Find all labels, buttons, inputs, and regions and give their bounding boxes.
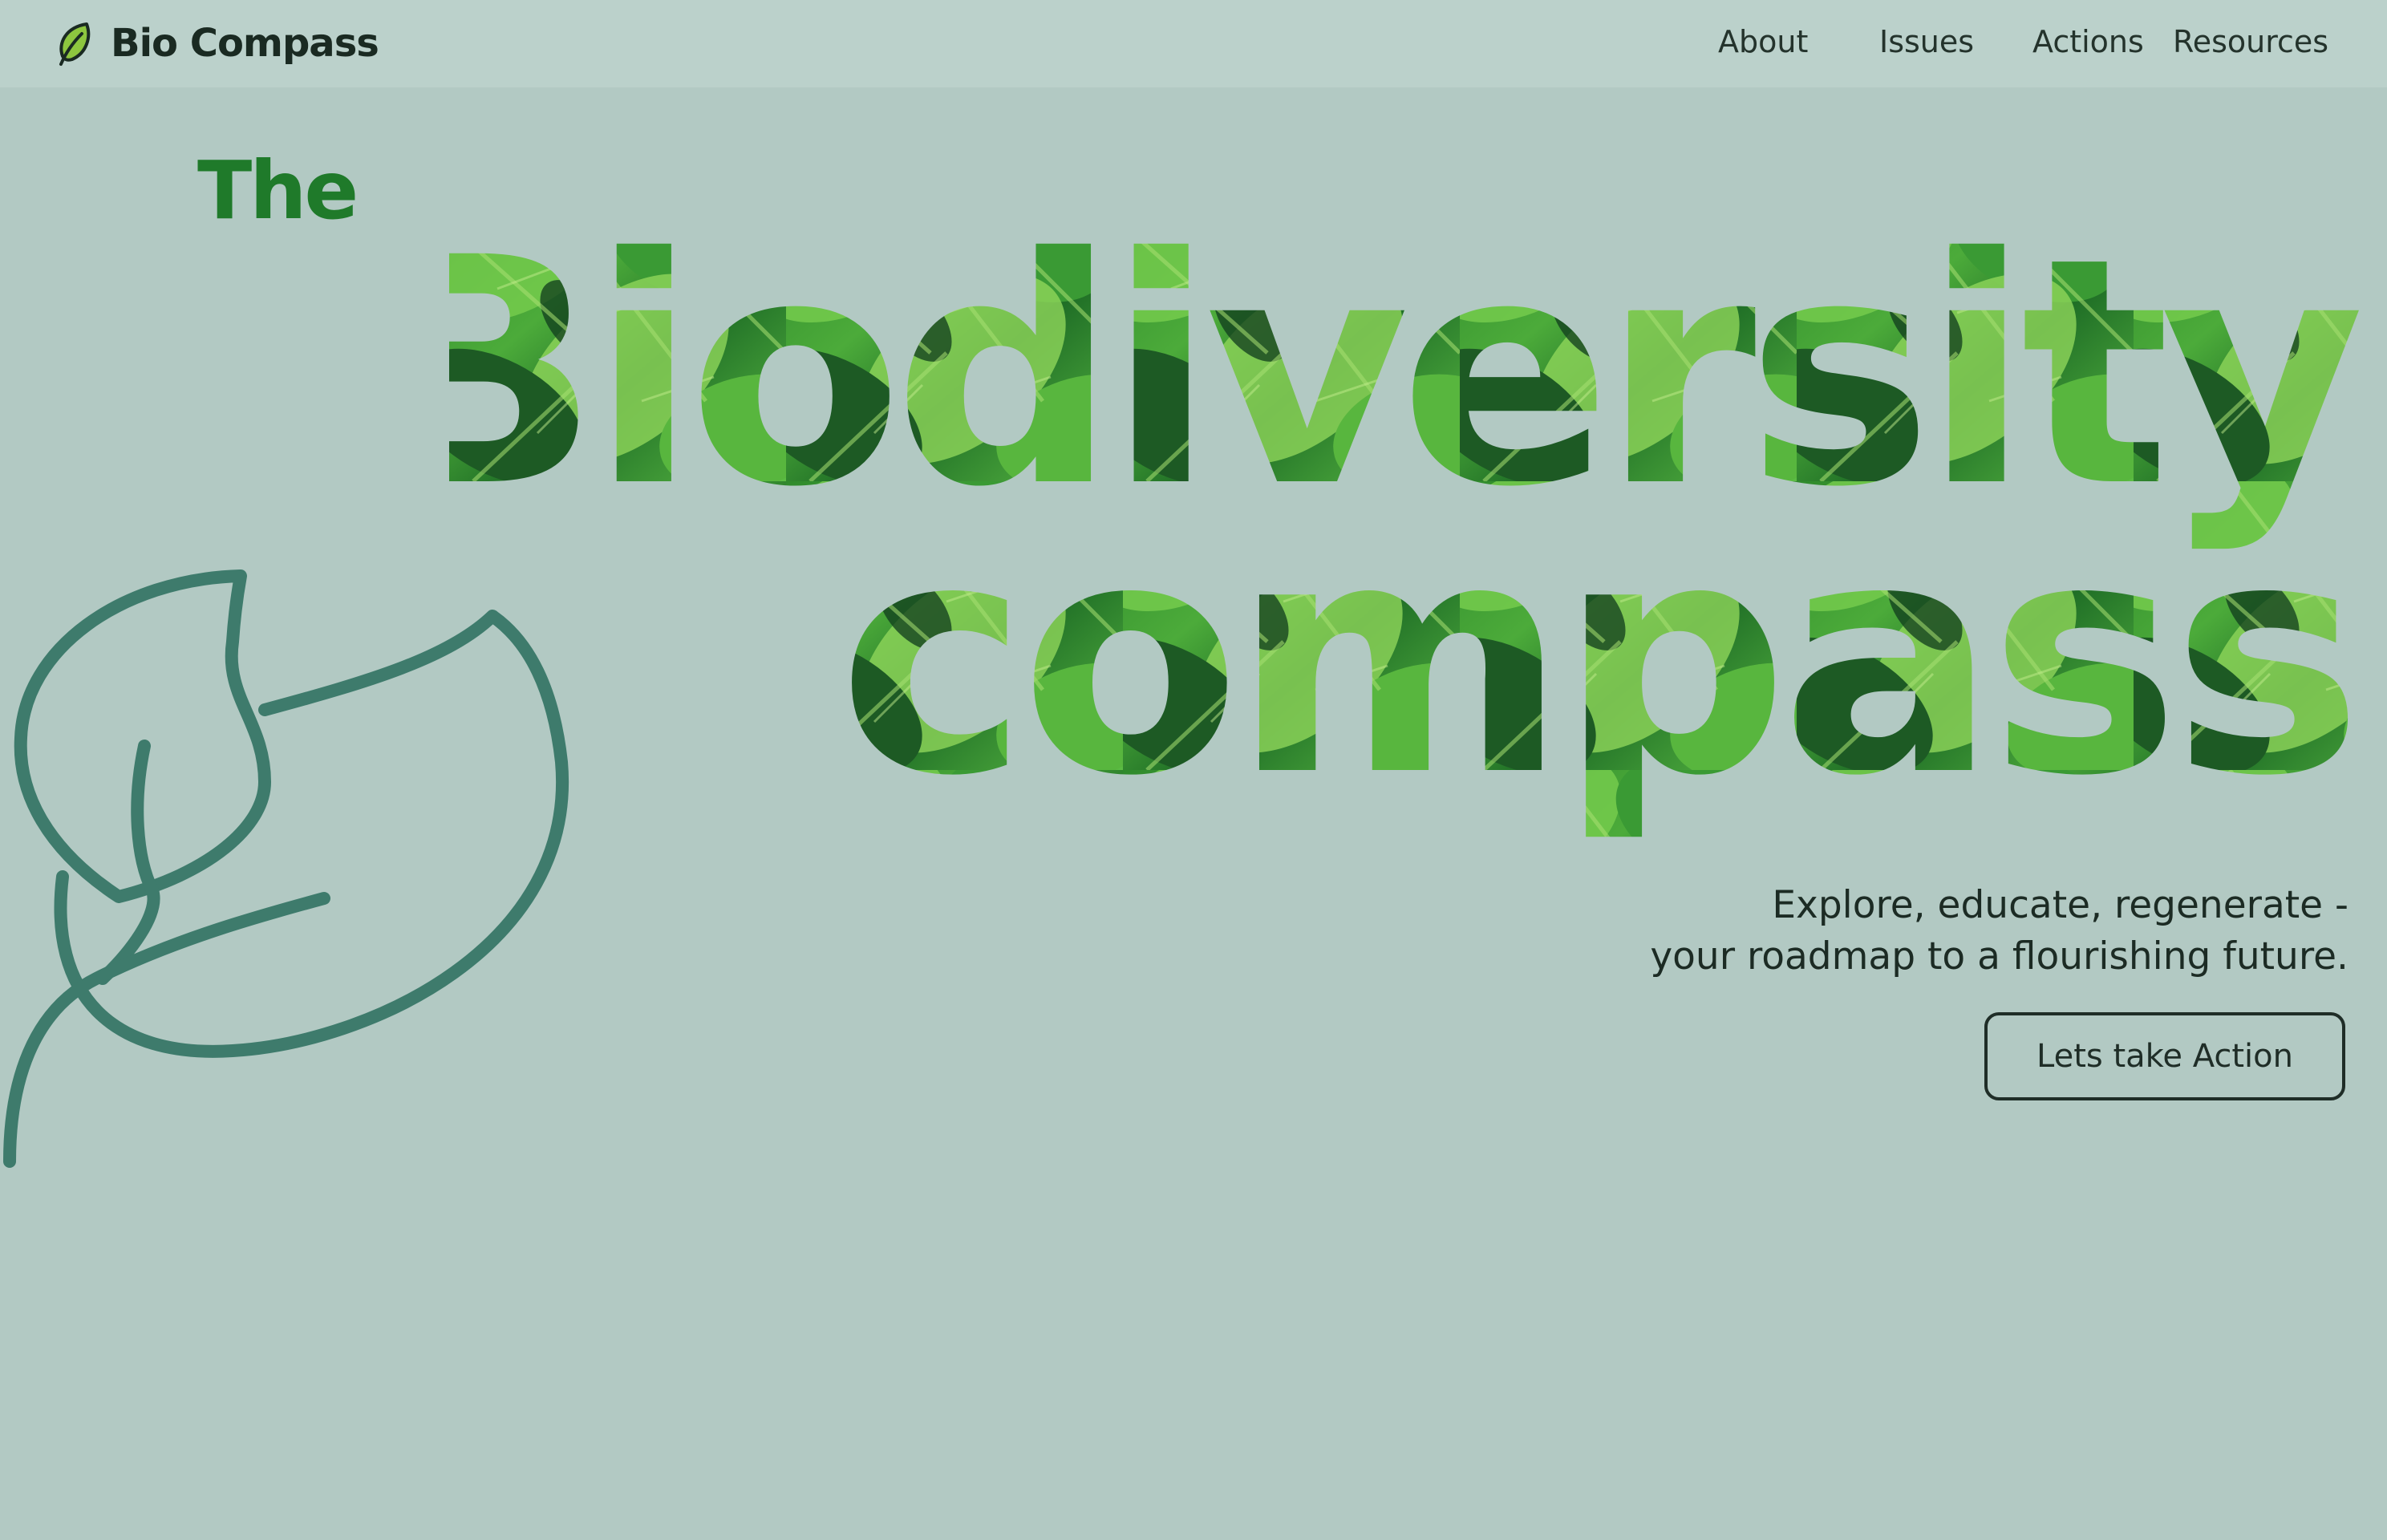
take-action-button[interactable]: Lets take Action — [1984, 1012, 2345, 1100]
tagline-line-1: Explore, educate, regenerate - — [1772, 883, 2348, 927]
leaf-icon — [59, 22, 91, 66]
nav-link-issues[interactable]: Issues — [1879, 18, 1974, 66]
brand-logo-link[interactable]: Bio Compass — [55, 18, 379, 69]
brand-name: Bio Compass — [111, 21, 379, 66]
hero-title-line2: compass — [838, 473, 2355, 846]
tagline-line-2: your roadmap to a flourishing future. — [1650, 934, 2348, 979]
nav-link-actions[interactable]: Actions — [2032, 18, 2144, 66]
leaf-outline-illustration — [3, 569, 569, 1168]
hero-the-label: The — [197, 144, 359, 237]
hero-title: Biodiversity compass — [449, 192, 2371, 846]
hero-tagline: Explore, educate, regenerate - your road… — [1650, 880, 2348, 983]
nav-link-resources[interactable]: Resources — [2173, 18, 2328, 66]
top-nav-bar: Bio Compass About Issues Actions Resourc… — [0, 0, 2387, 87]
nav-link-about[interactable]: About — [1718, 18, 1808, 66]
